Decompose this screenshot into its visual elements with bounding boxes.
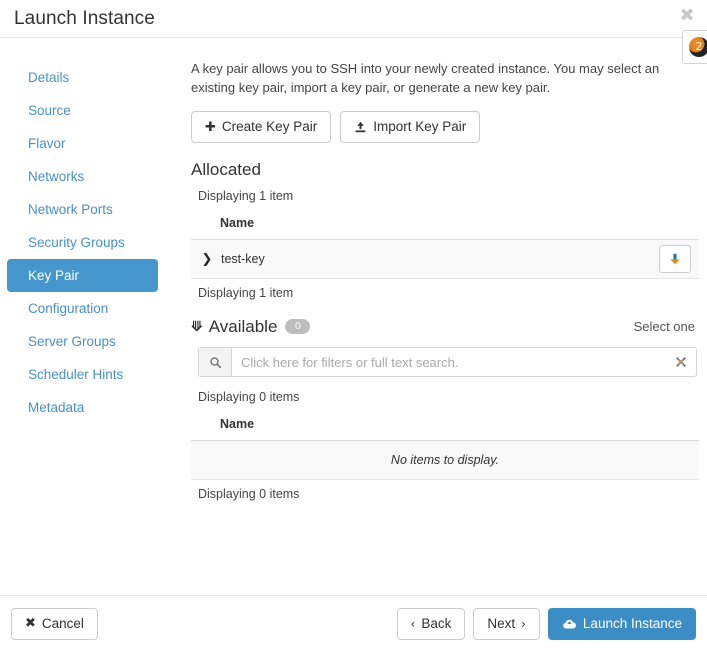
sidebar-item-metadata[interactable]: Metadata: [7, 391, 158, 424]
allocated-table-header-row: Name: [191, 211, 699, 240]
next-button[interactable]: Next ›: [473, 608, 540, 640]
cloud-upload-icon: [562, 617, 577, 631]
search-icon[interactable]: [199, 348, 232, 376]
upload-icon: [354, 121, 367, 134]
modal-body: Details Source Flavor Networks Network P…: [0, 38, 707, 595]
key-pair-panel: A key pair allows you to SSH into your n…: [170, 38, 707, 595]
chevron-right-icon[interactable]: ❯: [199, 253, 215, 266]
table-row: No items to display.: [191, 441, 699, 480]
allocated-row-test-key: ❯ test-key: [191, 240, 699, 278]
allocated-count-top: Displaying 1 item: [191, 189, 699, 203]
create-key-pair-label: Create Key Pair: [222, 119, 317, 135]
modal-header: Launch Instance ✖: [0, 0, 707, 38]
allocated-table: Name ❯ test-key: [191, 211, 699, 279]
available-heading: Available: [209, 316, 278, 337]
close-x-icon: ✖: [25, 617, 36, 630]
search-input[interactable]: [232, 348, 666, 376]
page-title: Launch Instance: [14, 6, 155, 32]
allocated-heading: Allocated: [191, 159, 699, 180]
sidebar-item-key-pair[interactable]: Key Pair: [7, 259, 158, 292]
available-table: Name No items to display.: [191, 412, 699, 480]
import-key-pair-button[interactable]: Import Key Pair: [340, 111, 480, 143]
available-count-bottom: Displaying 0 items: [191, 487, 699, 501]
sidebar-item-source[interactable]: Source: [7, 94, 158, 127]
sidebar-item-security-groups[interactable]: Security Groups: [7, 226, 158, 259]
sidebar-item-configuration[interactable]: Configuration: [7, 292, 158, 325]
sidebar-item-networks[interactable]: Networks: [7, 160, 158, 193]
launch-instance-modal: Launch Instance ✖ Details Source Flavor …: [0, 0, 707, 651]
available-header: ⟱ Available 0 Select one: [191, 316, 699, 337]
cancel-button[interactable]: ✖ Cancel: [11, 608, 98, 640]
table-row[interactable]: ❯ test-key: [191, 240, 699, 279]
available-table-header-row: Name: [191, 412, 699, 441]
sidebar-item-scheduler-hints[interactable]: Scheduler Hints: [7, 358, 158, 391]
modal-footer: ✖ Cancel ‹ Back Next › Launch Instance: [0, 595, 707, 651]
footer-nav-buttons: ‹ Back Next › Launch Instance: [397, 608, 696, 640]
back-label: Back: [421, 616, 451, 632]
cancel-label: Cancel: [42, 616, 84, 632]
wizard-sidebar: Details Source Flavor Networks Network P…: [0, 38, 170, 595]
allocated-row-name: test-key: [221, 252, 265, 266]
key-pair-description: A key pair allows you to SSH into your n…: [191, 60, 661, 97]
sidebar-item-network-ports[interactable]: Network Ports: [7, 193, 158, 226]
next-label: Next: [487, 616, 515, 632]
import-key-pair-label: Import Key Pair: [373, 119, 466, 135]
create-key-pair-button[interactable]: ✚ Create Key Pair: [191, 111, 331, 143]
launch-instance-label: Launch Instance: [583, 616, 682, 632]
sidebar-item-server-groups[interactable]: Server Groups: [7, 325, 158, 358]
search-bar: [198, 347, 697, 377]
arrow-down-icon[interactable]: [659, 245, 691, 273]
chevron-left-icon: ‹: [411, 618, 416, 630]
available-count-top: Displaying 0 items: [191, 390, 699, 404]
chevron-down-icon[interactable]: ⟱: [191, 320, 203, 334]
sidebar-item-flavor[interactable]: Flavor: [7, 127, 158, 160]
key-pair-actions: ✚ Create Key Pair Import Key Pair: [191, 111, 699, 143]
allocated-column-name: Name: [191, 211, 699, 240]
sidebar-item-details[interactable]: Details: [7, 61, 158, 94]
select-one-hint: Select one: [634, 319, 699, 334]
available-column-name: Name: [191, 412, 699, 441]
chevron-right-icon: ›: [521, 618, 526, 630]
plus-icon: ✚: [205, 121, 216, 134]
available-empty-message: No items to display.: [191, 441, 699, 479]
allocated-count-bottom: Displaying 1 item: [191, 286, 699, 300]
launch-instance-button[interactable]: Launch Instance: [548, 608, 696, 640]
available-count-badge: 0: [285, 319, 310, 334]
close-icon[interactable]: ✖: [678, 7, 696, 25]
back-button[interactable]: ‹ Back: [397, 608, 466, 640]
clear-icon[interactable]: [666, 348, 696, 376]
